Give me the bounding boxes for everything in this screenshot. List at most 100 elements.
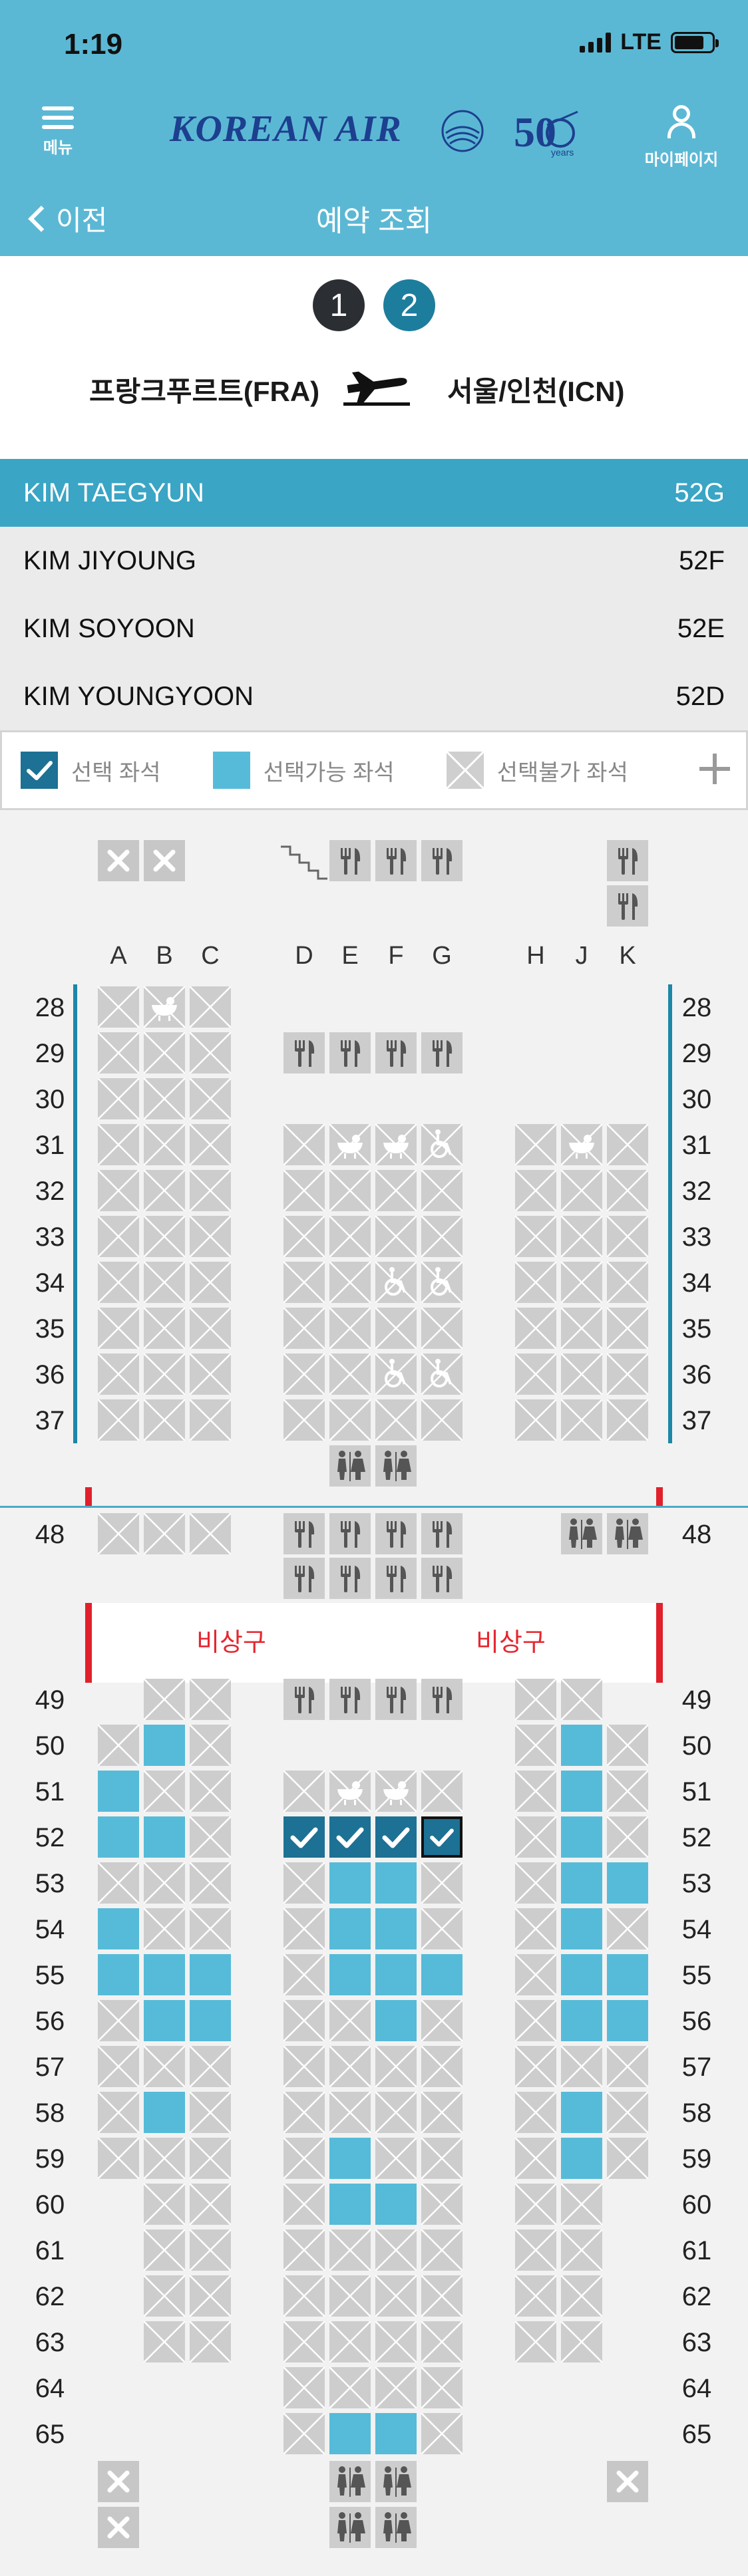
seat-unavailable-63D [283, 2321, 325, 2362]
accessible-seat-31G [421, 1124, 463, 1165]
seat-available-56B[interactable] [144, 2000, 185, 2041]
row-label-right: 58 [681, 2098, 712, 2128]
seat-available-52B[interactable] [144, 1816, 185, 1858]
step-1[interactable]: 1 [313, 279, 365, 331]
seat-available-55A[interactable] [98, 1954, 139, 1995]
seat-available-54A[interactable] [98, 1908, 139, 1949]
seat-available-58B[interactable] [144, 2092, 185, 2133]
expand-plus-icon[interactable] [698, 752, 731, 786]
seat-available-60E[interactable] [329, 2184, 371, 2225]
seat-available-52J[interactable] [561, 1816, 602, 1858]
mypage-button[interactable]: 마이페이지 [642, 105, 721, 170]
sub-nav: 이전 예약 조회 [0, 186, 748, 256]
seat-unavailable-37C [190, 1399, 231, 1441]
seat-unavailable-35B [144, 1308, 185, 1349]
seat-unavailable-62F [375, 2275, 417, 2317]
menu-button[interactable]: 메뉴 [35, 106, 81, 158]
lavatory-icon [375, 1445, 417, 1487]
seat-unavailable-31C [190, 1124, 231, 1165]
galley-icon [375, 1032, 417, 1073]
seat-unavailable-62B [144, 2275, 185, 2317]
step-2[interactable]: 2 [383, 279, 435, 331]
seat-selected-52F[interactable] [375, 1816, 417, 1858]
seat-available-55J[interactable] [561, 1954, 602, 1995]
seat-unavailable-58K [607, 2092, 648, 2133]
seat-unavailable-35A [98, 1308, 139, 1349]
seat-unavailable-35E [329, 1308, 371, 1349]
seat-available-55E[interactable] [329, 1954, 371, 1995]
seat-available-53J[interactable] [561, 1862, 602, 1904]
row-label-left: 61 [35, 2236, 65, 2265]
seat-unavailable-61J [561, 2229, 602, 2271]
seat-unavailable-59G [421, 2138, 463, 2179]
seat-available-54F[interactable] [375, 1908, 417, 1949]
seat-unavailable-36D [283, 1354, 325, 1395]
status-time: 1:19 [64, 28, 123, 61]
galley-icon [329, 1679, 371, 1720]
seat-selected-52E[interactable] [329, 1816, 371, 1858]
seat-unavailable-58C [190, 2092, 231, 2133]
row-label-right: 56 [681, 2007, 712, 2036]
seat-available-65E[interactable] [329, 2413, 371, 2454]
galley-icon [329, 840, 371, 881]
seat-available-55C[interactable] [190, 1954, 231, 1995]
seat-available-65F[interactable] [375, 2413, 417, 2454]
accessible-seat-34F [375, 1262, 417, 1303]
legend-unavailable: 선택불가 좌석 [446, 752, 628, 789]
seat-available-53E[interactable] [329, 1862, 371, 1904]
row-label-left: 57 [35, 2053, 65, 2082]
seat-unavailable-56E [329, 2000, 371, 2041]
seat-available-54J[interactable] [561, 1908, 602, 1949]
row-label-right: 31 [681, 1131, 712, 1160]
seat-available-50B[interactable] [144, 1725, 185, 1766]
seat-available-58J[interactable] [561, 2092, 602, 2133]
seat-unavailable-61E [329, 2229, 371, 2271]
seat-available-59J[interactable] [561, 2138, 602, 2179]
seat-available-56F[interactable] [375, 2000, 417, 2041]
seat-available-52A[interactable] [98, 1816, 139, 1858]
seat-unavailable-48A [98, 1513, 139, 1554]
seat-unavailable-57B [144, 2046, 185, 2087]
row-label-left: 34 [35, 1268, 65, 1298]
row-label-left: 58 [35, 2098, 65, 2128]
seat-available-56K[interactable] [607, 2000, 648, 2041]
passenger-row[interactable]: KIM SOYOON 52E [0, 595, 748, 662]
galley-icon [375, 1513, 417, 1554]
seat-available-55K[interactable] [607, 1954, 648, 1995]
seat-available-51J[interactable] [561, 1771, 602, 1812]
seat-available-60F[interactable] [375, 2184, 417, 2225]
seat-unavailable-59B [144, 2138, 185, 2179]
seat-available-55F[interactable] [375, 1954, 417, 1995]
passenger-row[interactable]: KIM JIYOUNG 52F [0, 527, 748, 595]
seat-selected-52G[interactable] [421, 1816, 463, 1858]
galley-icon [375, 840, 417, 881]
seat-unavailable-54K [607, 1908, 648, 1949]
seat-unavailable-32D [283, 1170, 325, 1211]
passenger-row[interactable]: KIM YOUNGYOON 52D [0, 662, 748, 730]
seat-available-55G[interactable] [421, 1954, 463, 1995]
seat-available-59E[interactable] [329, 2138, 371, 2179]
seat-available-56C[interactable] [190, 2000, 231, 2041]
blocked-x-icon [98, 840, 139, 881]
seat-unavailable-61B [144, 2229, 185, 2271]
seat-unavailable-58D [283, 2092, 325, 2133]
lavatory-icon [329, 2461, 371, 2502]
seat-unavailable-57G [421, 2046, 463, 2087]
seat-available-51A[interactable] [98, 1771, 139, 1812]
seat-unavailable-36J [561, 1354, 602, 1395]
row-label-left: 52 [35, 1823, 65, 1852]
bassinet-seat-31E [329, 1124, 371, 1165]
seat-available-55B[interactable] [144, 1954, 185, 1995]
seat-available-53K[interactable] [607, 1862, 648, 1904]
network-label: LTE [620, 29, 661, 55]
seat-selected-52D[interactable] [283, 1816, 325, 1858]
seat-unavailable-63C [190, 2321, 231, 2362]
passenger-row[interactable]: KIM TAEGYUN 52G [0, 459, 748, 527]
seat-available-50J[interactable] [561, 1725, 602, 1766]
row-label-left: 37 [35, 1406, 65, 1435]
seat-available-54E[interactable] [329, 1908, 371, 1949]
row-label-left: 60 [35, 2190, 65, 2219]
row-label-left: 63 [35, 2328, 65, 2357]
seat-available-56J[interactable] [561, 2000, 602, 2041]
seat-available-53F[interactable] [375, 1862, 417, 1904]
